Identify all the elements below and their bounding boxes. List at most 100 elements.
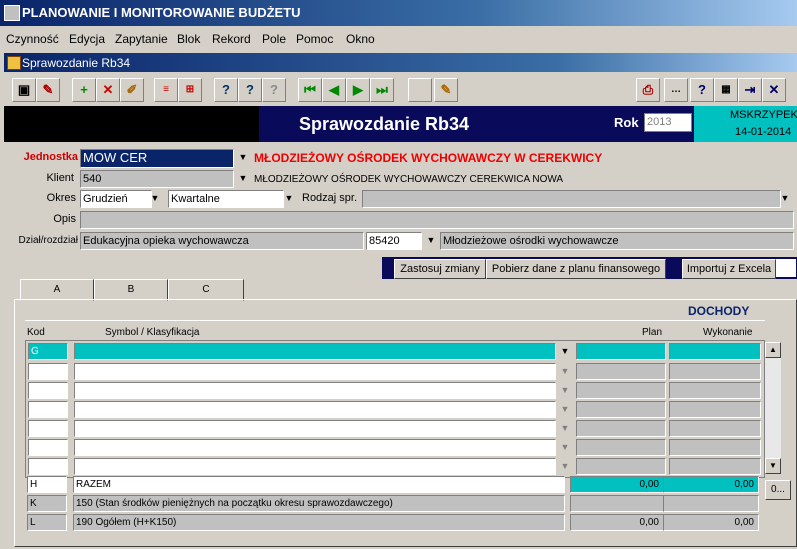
- first-icon[interactable]: ⏮: [298, 78, 322, 102]
- next-icon[interactable]: ▶: [346, 78, 370, 102]
- jednostka-field[interactable]: MOW CER: [80, 149, 234, 168]
- tab-panel: DOCHODY Kod Symbol / Klasyfikacja Plan W…: [14, 299, 797, 547]
- help-icon[interactable]: ?: [690, 78, 714, 102]
- row-code[interactable]: G: [28, 343, 68, 360]
- row-plan[interactable]: [576, 439, 666, 456]
- notes-icon[interactable]: ✎: [434, 78, 458, 102]
- row-symbol[interactable]: [74, 420, 556, 437]
- okres-field[interactable]: Grudzień: [80, 190, 152, 208]
- row-plan[interactable]: [576, 363, 666, 380]
- row-dropdown-icon[interactable]: ▼: [558, 402, 572, 416]
- more-icon[interactable]: …: [664, 78, 688, 102]
- tab-b[interactable]: B: [94, 279, 168, 301]
- query-icon[interactable]: ?: [214, 78, 238, 102]
- okres-label: Okres: [46, 192, 76, 204]
- menu-blok[interactable]: Blok: [177, 32, 200, 46]
- insert-row-icon[interactable]: ≡: [154, 78, 178, 102]
- row-symbol[interactable]: [74, 382, 556, 399]
- row-plan[interactable]: [576, 343, 666, 360]
- exit-icon[interactable]: ⇥: [738, 78, 762, 102]
- tab-a[interactable]: A: [20, 279, 94, 301]
- window-title: Sprawozdanie Rb34: [22, 56, 131, 70]
- summary-label: 190 Ogółem (H+K150): [73, 514, 565, 531]
- apply-changes-button[interactable]: Zastosuj zmiany: [394, 259, 486, 279]
- jednostka-label: Jednostka: [23, 151, 78, 163]
- row-symbol[interactable]: [74, 343, 556, 360]
- row-code[interactable]: [28, 363, 68, 380]
- header-kod: Kod: [27, 327, 45, 338]
- rodzaj-field[interactable]: [362, 190, 781, 208]
- row-dropdown-icon[interactable]: ▼: [558, 383, 572, 397]
- row-code[interactable]: [28, 439, 68, 456]
- row-dropdown-icon[interactable]: ▼: [558, 421, 572, 435]
- close-icon[interactable]: ✕: [762, 78, 786, 102]
- print-icon[interactable]: ⎙: [636, 78, 660, 102]
- okres-dropdown-icon[interactable]: ▼: [148, 191, 162, 205]
- query-exec-icon[interactable]: ?: [238, 78, 262, 102]
- row-wykonanie[interactable]: [669, 401, 761, 418]
- okres-type-field[interactable]: Kwartalne: [168, 190, 284, 208]
- scroll-up-icon[interactable]: ▲: [765, 342, 781, 358]
- query-cancel-icon[interactable]: ?: [262, 78, 286, 102]
- row-symbol[interactable]: [74, 401, 556, 418]
- scroll-track[interactable]: [765, 358, 781, 458]
- rodzaj-dropdown-icon[interactable]: ▼: [778, 191, 792, 205]
- menu-pomoc[interactable]: Pomoc: [296, 32, 333, 46]
- row-wykonanie[interactable]: [669, 363, 761, 380]
- row-code[interactable]: [28, 382, 68, 399]
- row-plan[interactable]: [576, 458, 666, 475]
- scroll-down-icon[interactable]: ▼: [765, 458, 781, 474]
- row-wykonanie[interactable]: [669, 382, 761, 399]
- row-plan[interactable]: [576, 382, 666, 399]
- row-code[interactable]: [28, 420, 68, 437]
- row-dropdown-icon[interactable]: ▼: [558, 364, 572, 378]
- year-field[interactable]: 2013: [644, 113, 692, 132]
- rozdzial-code-field[interactable]: 85420: [366, 232, 422, 250]
- user-name: MSKRZYPEK: [730, 109, 797, 121]
- blank-button[interactable]: [408, 78, 432, 102]
- new-icon[interactable]: ✎: [36, 78, 60, 102]
- row-wykonanie[interactable]: [669, 420, 761, 437]
- row-code[interactable]: [28, 458, 68, 475]
- row-wykonanie[interactable]: [669, 439, 761, 456]
- row-plan[interactable]: [576, 420, 666, 437]
- row-wykonanie[interactable]: [669, 343, 761, 360]
- calc-icon[interactable]: ▦: [714, 78, 738, 102]
- klient-dropdown-icon[interactable]: ▼: [236, 171, 250, 185]
- menu-czynnosc[interactable]: Czynność: [6, 32, 59, 46]
- opis-label: Opis: [53, 213, 76, 225]
- tab-c[interactable]: C: [168, 279, 244, 301]
- row-dropdown-icon[interactable]: ▼: [558, 459, 572, 473]
- more-button[interactable]: 0...: [765, 480, 791, 500]
- delete-icon[interactable]: ✕: [96, 78, 120, 102]
- row-dropdown-icon[interactable]: ▼: [558, 344, 572, 358]
- split-icon[interactable]: ⊞: [178, 78, 202, 102]
- menu-okno[interactable]: Okno: [346, 32, 375, 46]
- row-symbol[interactable]: [74, 439, 556, 456]
- menu-rekord[interactable]: Rekord: [212, 32, 251, 46]
- rozdzial-name-field: Młodzieżowe ośrodki wychowawcze: [440, 232, 794, 250]
- last-icon[interactable]: ⏭: [370, 78, 394, 102]
- jednostka-dropdown-icon[interactable]: ▼: [236, 150, 250, 164]
- row-dropdown-icon[interactable]: ▼: [558, 440, 572, 454]
- prev-icon[interactable]: ◀: [322, 78, 346, 102]
- klient-field[interactable]: 540: [80, 170, 234, 188]
- row-wykonanie[interactable]: [669, 458, 761, 475]
- rozdzial-dropdown-icon[interactable]: ▼: [424, 233, 438, 247]
- klient-name: MŁODZIEŻOWY OŚRODEK WYCHOWAWCZY CEREKWIC…: [254, 174, 564, 185]
- dzial-field[interactable]: Edukacyjna opieka wychowawcza: [80, 232, 364, 250]
- fetch-plan-button[interactable]: Pobierz dane z planu finansowego: [486, 259, 666, 279]
- save-icon[interactable]: ▣: [12, 78, 36, 102]
- row-symbol[interactable]: [74, 458, 556, 475]
- menu-edycja[interactable]: Edycja: [69, 32, 105, 46]
- add-icon[interactable]: +: [72, 78, 96, 102]
- import-excel-button[interactable]: Importuj z Excela: [682, 259, 776, 279]
- opis-field[interactable]: [80, 211, 794, 229]
- edit-icon[interactable]: ✐: [120, 78, 144, 102]
- menu-pole[interactable]: Pole: [262, 32, 286, 46]
- row-plan[interactable]: [576, 401, 666, 418]
- menu-zapytanie[interactable]: Zapytanie: [115, 32, 168, 46]
- okres-type-dropdown-icon[interactable]: ▼: [282, 191, 296, 205]
- row-code[interactable]: [28, 401, 68, 418]
- row-symbol[interactable]: [74, 363, 556, 380]
